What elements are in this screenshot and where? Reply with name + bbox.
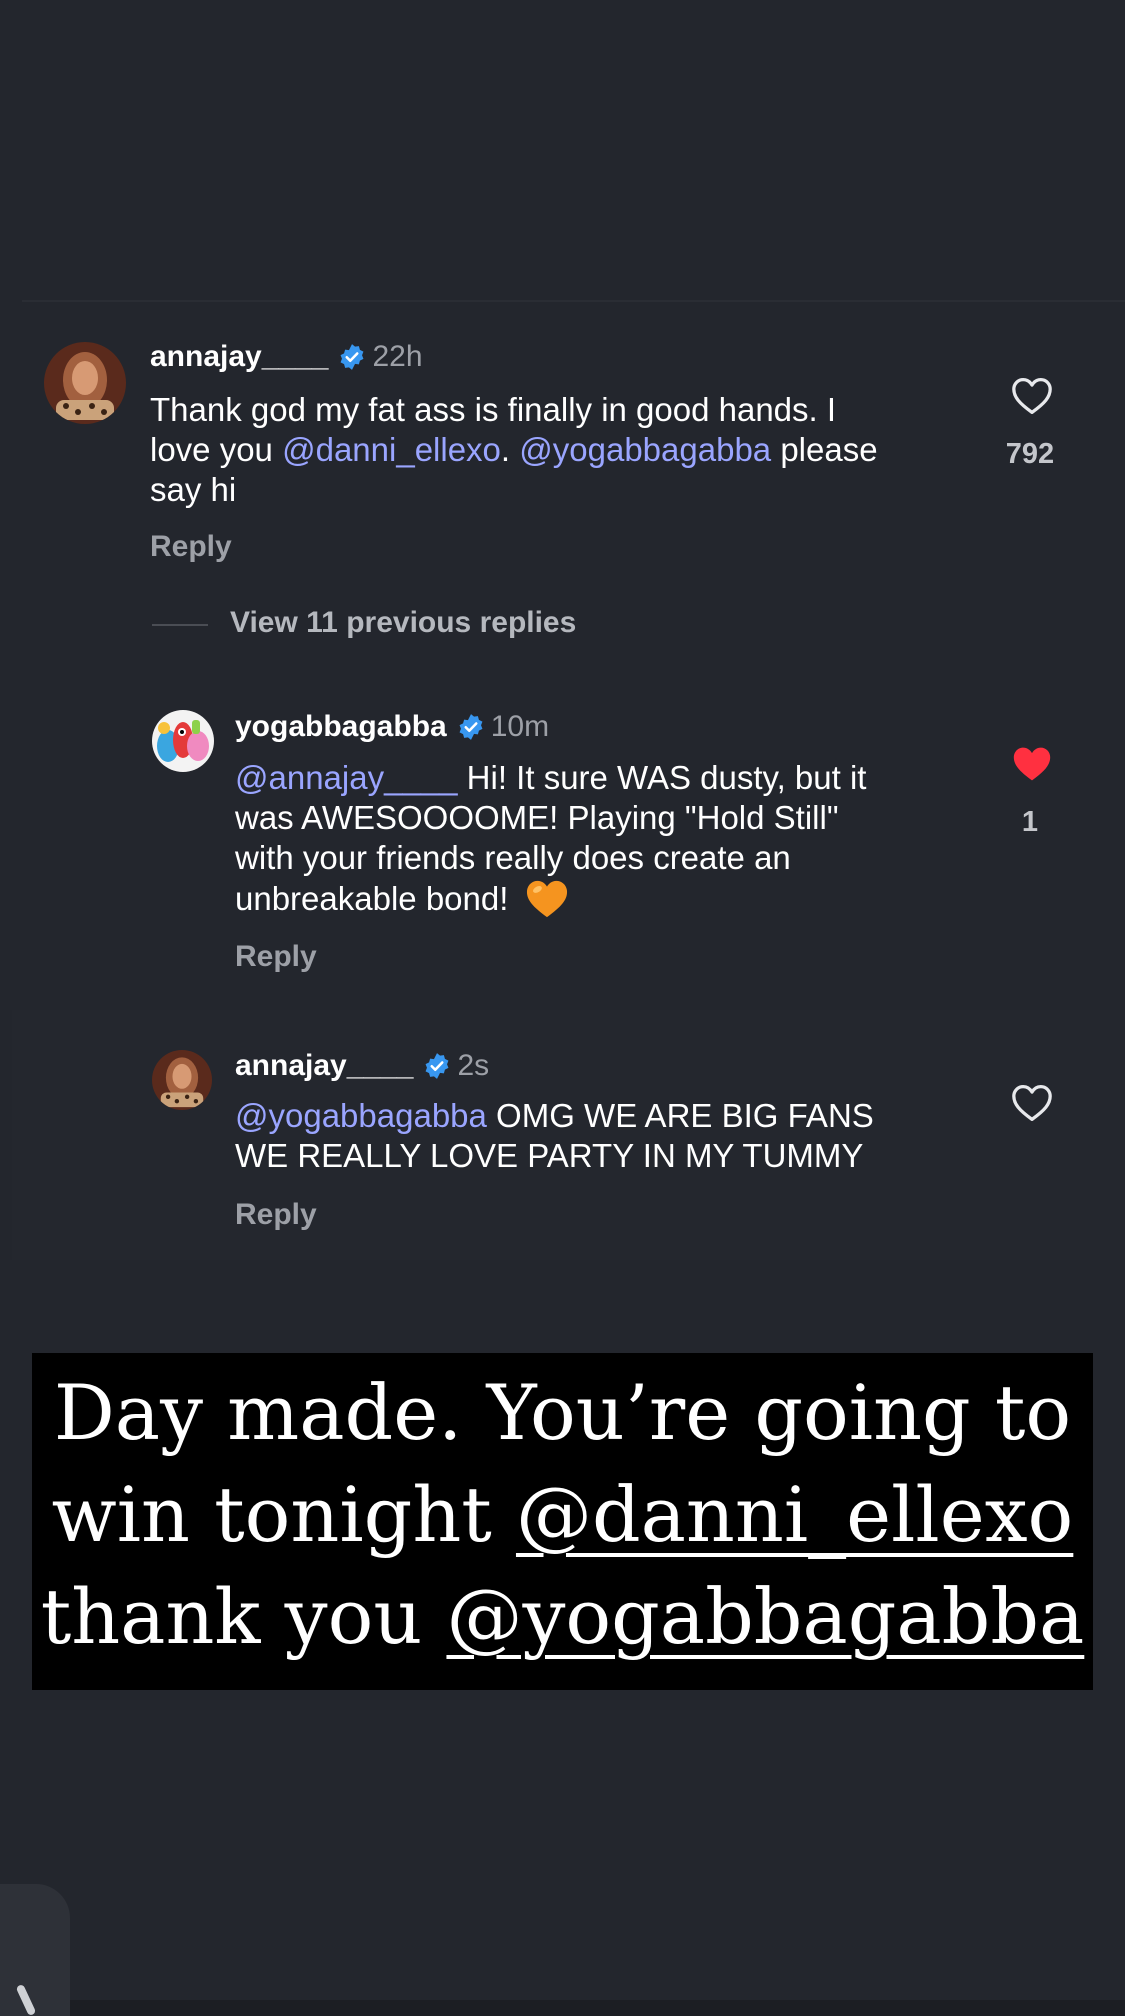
reply1-like-count: 1: [1021, 806, 1039, 838]
reply1-time: 10m: [490, 710, 550, 743]
caption-text-span: win tonight: [51, 1470, 516, 1559]
reply1-like-button[interactable]: [1010, 744, 1054, 784]
heart-filled-icon: [1013, 747, 1051, 781]
comment1-text-line: love you @danni_ellexo. @yogabbagabba pl…: [150, 430, 878, 470]
avatar-annajay-image: [44, 342, 126, 424]
comment1-meta: annajay____ 22h: [150, 340, 423, 374]
comment1-reply-button[interactable]: Reply: [150, 530, 232, 564]
reply1-username[interactable]: yogabbagabba: [235, 710, 447, 744]
mention-link[interactable]: @danni_ellexo: [282, 431, 501, 468]
reply2-username[interactable]: annajay____: [235, 1049, 413, 1083]
reply1-text-span: Hi! It sure WAS dusty, but it: [457, 759, 867, 796]
comment1-like-button[interactable]: [1010, 376, 1054, 416]
reply2-reply-button[interactable]: Reply: [235, 1198, 317, 1232]
caption-line-2: win tonight @danni_ellexo: [32, 1465, 1093, 1565]
mention-link[interactable]: @yogabbagabba: [519, 431, 771, 468]
story-screen: annajay____ 22h Thank god my fat ass is …: [0, 0, 1125, 2016]
verified-badge-icon: [459, 714, 483, 740]
reply2-text-line: WE REALLY LOVE PARTY IN MY TUMMY: [235, 1137, 864, 1174]
comment1-time: 22h: [372, 340, 423, 373]
avatar-annajay-image: [152, 1050, 212, 1110]
caption-line-3: thank you @yogabbagabba: [32, 1567, 1093, 1667]
reply2-meta: annajay____ 2s: [235, 1049, 489, 1083]
avatar-annajay[interactable]: [152, 1050, 212, 1110]
mention-link[interactable]: @annajay____: [235, 759, 458, 796]
reply1-text-line: with your friends really does create an: [235, 839, 791, 876]
replies-connector-line: [152, 624, 208, 626]
reply1-text-line: unbreakable bond!: [235, 878, 866, 920]
heart-outline-icon: [1012, 378, 1052, 414]
comment1-text-line: Thank god my fat ass is finally in good …: [150, 391, 837, 428]
verified-badge-icon: [426, 1053, 449, 1079]
comment1-username[interactable]: annajay____: [150, 340, 328, 374]
bottom-strip: [70, 2000, 1125, 2016]
divider: [22, 300, 1125, 302]
reply1-text: @annajay____ Hi! It sure WAS dusty, but …: [235, 758, 866, 920]
reply2-text-span: OMG WE ARE BIG FANS: [486, 1097, 874, 1134]
caption-line-1: Day made. You’re going to: [53, 1368, 1072, 1457]
avatar-yogabbagabba[interactable]: [152, 710, 214, 772]
comment1-text: Thank god my fat ass is finally in good …: [150, 390, 878, 510]
story-caption-box: Day made. You’re going to win tonight @d…: [32, 1353, 1093, 1690]
comment1-text-span: please: [771, 431, 878, 468]
reply2-time: 2s: [457, 1049, 490, 1082]
comment1-like-count: 792: [1005, 438, 1055, 470]
reply1-meta: yogabbagabba 10m: [235, 710, 549, 744]
caption-mention-link[interactable]: @danni_ellexo: [516, 1470, 1073, 1559]
reply2-text-line: @yogabbagabba OMG WE ARE BIG FANS: [235, 1096, 874, 1136]
caption-text-span: thank you: [40, 1572, 447, 1661]
avatar-yogabbagabba-image: [152, 710, 214, 772]
reply1-reply-button[interactable]: Reply: [235, 940, 317, 974]
reply2-text: @yogabbagabba OMG WE ARE BIG FANS WE REA…: [235, 1096, 874, 1176]
reply2-like-button[interactable]: [1010, 1083, 1054, 1123]
corner-tab: [0, 1884, 70, 2016]
heart-outline-icon: [1012, 1085, 1052, 1121]
reply1-text-line: was AWESOOOOME! Playing "Hold Still": [235, 799, 839, 836]
view-previous-replies-button[interactable]: View 11 previous replies: [230, 606, 576, 640]
comment1-text-span: love you: [150, 431, 283, 468]
avatar-annajay[interactable]: [44, 342, 126, 424]
verified-badge-icon: [341, 344, 364, 370]
reply1-text-span: unbreakable bond!: [235, 880, 518, 917]
reply1-text-line: @annajay____ Hi! It sure WAS dusty, but …: [235, 758, 866, 798]
comment1-text-line: say hi: [150, 471, 237, 508]
caption-mention-link[interactable]: @yogabbagabba: [446, 1572, 1084, 1661]
mention-link[interactable]: @yogabbagabba: [235, 1097, 487, 1134]
comment1-text-span: .: [500, 431, 520, 468]
orange-heart-icon: [526, 880, 567, 918]
